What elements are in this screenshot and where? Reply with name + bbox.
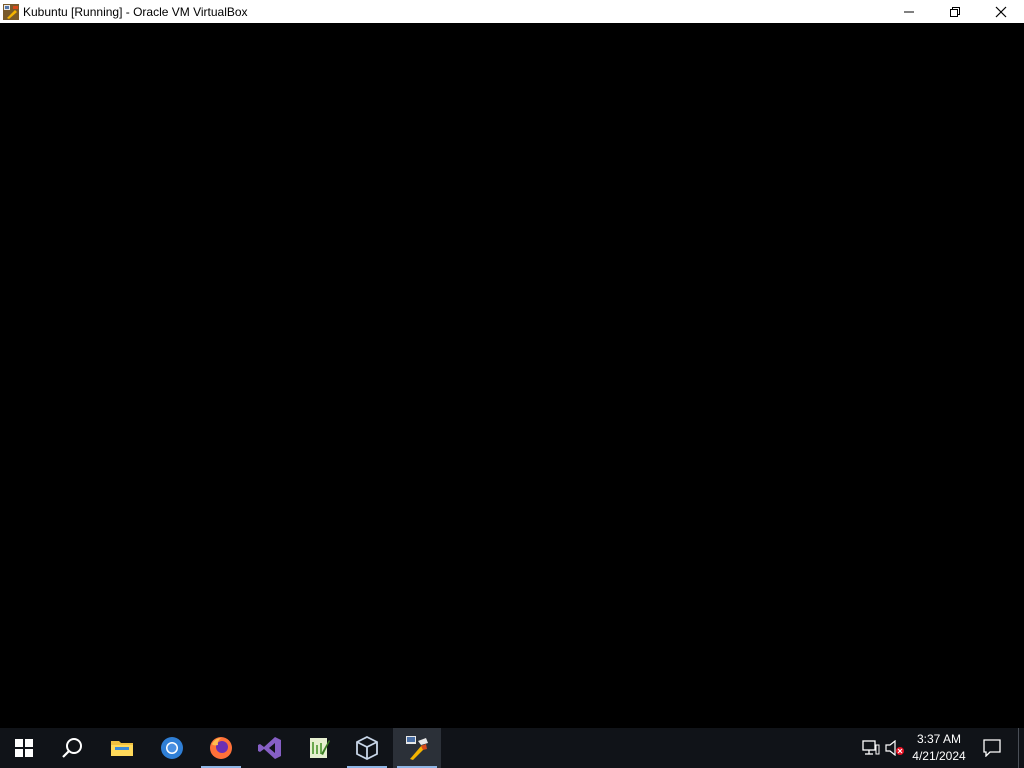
close-button[interactable]: [978, 0, 1024, 23]
chrome-icon: [161, 737, 183, 759]
show-desktop-button[interactable]: [1018, 728, 1019, 768]
visual-studio-button[interactable]: [246, 728, 294, 768]
search-icon: [62, 738, 82, 758]
virtualbox-icon: [356, 736, 378, 760]
start-button[interactable]: [0, 728, 48, 768]
restore-icon: [950, 6, 960, 17]
clock-date: 4/21/2024: [912, 749, 966, 763]
restore-button[interactable]: [932, 0, 978, 23]
notification-icon: [983, 739, 1001, 757]
network-icon[interactable]: [861, 738, 881, 758]
virtualbox-window: Kubuntu [Running] - Oracle VM VirtualBox: [0, 0, 1024, 728]
close-icon: [995, 6, 1007, 17]
caption-buttons: [886, 0, 1024, 23]
folder-icon: [111, 741, 133, 756]
system-clock[interactable]: 3:37 AM 4/21/2024: [906, 728, 972, 768]
taskbar: 3:37 AM 4/21/2024: [0, 728, 1024, 768]
clock-time: 3:37 AM: [916, 732, 962, 746]
virtualbox-manager-button[interactable]: [343, 728, 391, 768]
volume-muted-icon[interactable]: [885, 738, 905, 758]
virtualbox-vm-icon[interactable]: [3, 3, 19, 20]
search-button[interactable]: [48, 728, 96, 768]
file-explorer-button[interactable]: [98, 728, 146, 768]
vm-display[interactable]: [0, 23, 1024, 728]
virtualbox-vm-icon: [406, 736, 428, 760]
window-title: Kubuntu [Running] - Oracle VM VirtualBox: [23, 4, 248, 19]
visual-studio-icon: [258, 737, 281, 759]
action-center-button[interactable]: [976, 728, 1008, 768]
chrome-button[interactable]: [148, 728, 196, 768]
notepad-plus-plus-button[interactable]: [295, 728, 343, 768]
minimize-button[interactable]: [886, 0, 932, 23]
notepad-icon: [310, 738, 330, 758]
title-bar[interactable]: Kubuntu [Running] - Oracle VM VirtualBox: [0, 0, 1024, 23]
firefox-icon: [210, 737, 232, 759]
windows-icon: [15, 739, 33, 757]
minimize-icon: [904, 11, 914, 12]
firefox-button[interactable]: [197, 728, 245, 768]
virtualbox-vm-button[interactable]: [393, 728, 441, 768]
